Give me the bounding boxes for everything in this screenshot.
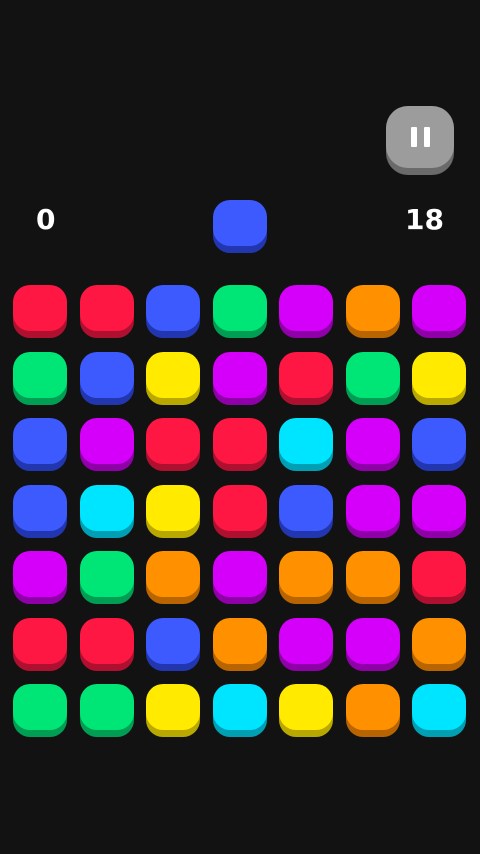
chip-orange[interactable] [346,684,400,730]
chip-red[interactable] [412,551,466,597]
chip-purple[interactable] [279,285,333,331]
score-right: 18 [405,203,444,236]
chip-purple[interactable] [346,418,400,464]
score-left: 0 [36,203,56,236]
chip-cyan[interactable] [412,684,466,730]
chip-green[interactable] [346,352,400,398]
target-chip [213,200,267,246]
chip-green[interactable] [80,551,134,597]
chip-purple[interactable] [279,618,333,664]
chip-cyan[interactable] [80,485,134,531]
chip-blue[interactable] [13,418,67,464]
chip-purple[interactable] [13,551,67,597]
chip-purple[interactable] [213,551,267,597]
chip-blue[interactable] [80,352,134,398]
pause-button[interactable] [386,106,454,168]
chip-purple[interactable] [80,418,134,464]
chip-red[interactable] [80,285,134,331]
chip-blue[interactable] [146,618,200,664]
chip-red[interactable] [13,618,67,664]
chip-blue[interactable] [279,485,333,531]
game-board [13,285,467,739]
chip-yellow[interactable] [279,684,333,730]
chip-purple[interactable] [346,618,400,664]
chip-yellow[interactable] [146,684,200,730]
chip-blue[interactable] [412,418,466,464]
chip-orange[interactable] [213,618,267,664]
chip-yellow[interactable] [146,352,200,398]
chip-red[interactable] [146,418,200,464]
chip-yellow[interactable] [412,352,466,398]
chip-green[interactable] [80,684,134,730]
chip-purple[interactable] [346,485,400,531]
chip-green[interactable] [13,684,67,730]
chip-orange[interactable] [346,285,400,331]
chip-red[interactable] [213,418,267,464]
chip-cyan[interactable] [279,418,333,464]
chip-purple[interactable] [213,352,267,398]
chip-orange[interactable] [412,618,466,664]
chip-blue[interactable] [13,485,67,531]
chip-blue[interactable] [146,285,200,331]
chip-orange[interactable] [279,551,333,597]
chip-green[interactable] [213,285,267,331]
chip-purple[interactable] [412,285,466,331]
chip-orange[interactable] [346,551,400,597]
chip-yellow[interactable] [146,485,200,531]
chip-red[interactable] [13,285,67,331]
chip-orange[interactable] [146,551,200,597]
chip-red[interactable] [80,618,134,664]
chip-cyan[interactable] [213,684,267,730]
chip-purple[interactable] [412,485,466,531]
chip-red[interactable] [279,352,333,398]
chip-red[interactable] [213,485,267,531]
pause-icon [410,127,430,147]
chip-green[interactable] [13,352,67,398]
